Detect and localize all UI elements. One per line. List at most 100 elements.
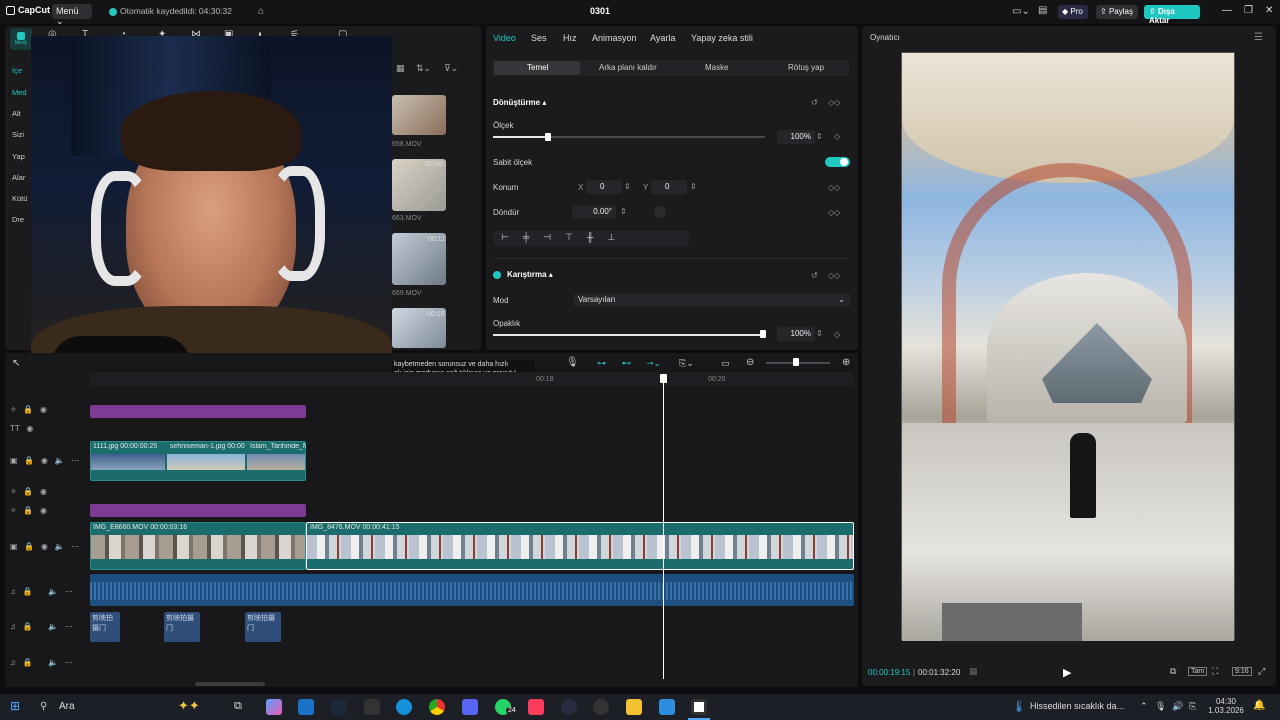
side-item-media[interactable]: Med xyxy=(12,88,32,102)
more-icon[interactable]: ⋯ xyxy=(65,587,73,596)
keyframe-icon[interactable]: ◇◇ xyxy=(828,271,840,280)
playhead-handle[interactable] xyxy=(660,374,667,383)
tab-speed[interactable]: Hız xyxy=(563,33,577,43)
sfx-clip[interactable]: 剪映拍摄门 xyxy=(164,612,200,642)
chrome-icon[interactable] xyxy=(429,699,445,715)
grid-view-icon[interactable]: ▦ xyxy=(396,63,405,74)
eye-icon[interactable]: ◉ xyxy=(26,424,33,433)
eye-icon[interactable]: ◉ xyxy=(41,542,48,551)
subtab-basic[interactable]: Temel xyxy=(527,63,548,72)
close-icon[interactable]: ✕ xyxy=(1265,5,1273,16)
transform-section-title[interactable]: Dönüştürme ▴ xyxy=(493,98,546,107)
select-tool-icon[interactable]: ↖ xyxy=(12,358,20,369)
aspect-button[interactable]: 9:16 xyxy=(1232,667,1252,676)
fullscreen-icon[interactable]: ⛶ xyxy=(1212,666,1218,677)
tab-audio[interactable]: Ses xyxy=(531,33,547,43)
keyframe-icon[interactable]: ◇◇ xyxy=(828,208,840,217)
align-top-icon[interactable]: ⊤ xyxy=(565,232,573,245)
time-ruler[interactable] xyxy=(90,372,853,386)
tab-video[interactable]: Video xyxy=(493,33,516,43)
sfx-clip[interactable]: 剪映拍摄门 xyxy=(245,612,281,642)
outlook-icon[interactable] xyxy=(298,699,314,715)
keyframe-icon[interactable]: ◇ xyxy=(834,330,840,339)
stepper-icon[interactable]: ⇕ xyxy=(816,329,823,338)
effect-clip[interactable] xyxy=(90,405,306,418)
app-icon[interactable] xyxy=(561,699,577,715)
filter-icon[interactable]: ⊽⌄ xyxy=(444,63,458,74)
blend-checkbox[interactable] xyxy=(493,271,501,279)
keyframe-icon[interactable]: ◇ xyxy=(834,132,840,141)
position-y-input[interactable]: 0 xyxy=(651,180,687,194)
zoom-in-icon[interactable]: ⊕ xyxy=(842,357,850,368)
zoom-out-icon[interactable]: ⊖ xyxy=(746,357,754,368)
side-item-library[interactable]: Kütü xyxy=(12,194,32,208)
keyframe-icon[interactable]: ◇◇ xyxy=(828,183,840,192)
reset-icon[interactable]: ↺ xyxy=(811,98,818,107)
viewer-menu-icon[interactable]: ☰ xyxy=(1254,32,1263,43)
reset-icon[interactable]: ↺ xyxy=(811,271,818,280)
more-icon[interactable]: ⋯ xyxy=(65,658,73,667)
share-button[interactable]: ⇪ Paylaş xyxy=(1096,5,1138,19)
eye-icon[interactable]: ◉ xyxy=(40,487,47,496)
network-icon[interactable]: ⎘ xyxy=(1189,701,1196,712)
align-center-v-icon[interactable]: ╫ xyxy=(587,232,593,245)
align-bottom-icon[interactable]: ⊥ xyxy=(607,232,615,245)
notification-icon[interactable]: 🔔 xyxy=(1253,700,1265,711)
lock-icon[interactable]: 🔒 xyxy=(24,456,34,465)
crop-icon[interactable]: ⧉ xyxy=(1170,666,1176,677)
maximize-icon[interactable]: ❐ xyxy=(1244,5,1253,16)
minimize-icon[interactable]: — xyxy=(1222,5,1232,16)
copilot-sparkle-icon[interactable]: ✦✦ xyxy=(178,698,200,714)
lock-icon[interactable]: 🔒 xyxy=(23,405,33,414)
lock-icon[interactable]: 🔒 xyxy=(24,542,34,551)
ratio-button[interactable]: Tam xyxy=(1188,667,1208,676)
sort-icon[interactable]: ⇅⌄ xyxy=(416,63,431,74)
more-icon[interactable]: ⋯ xyxy=(71,542,79,551)
zoom-slider-knob[interactable] xyxy=(793,358,799,366)
music-icon[interactable] xyxy=(528,699,544,715)
rotate-dial-icon[interactable] xyxy=(654,206,666,218)
side-item-spaces[interactable]: Alar xyxy=(12,173,32,187)
magnet-icon[interactable]: ⊶ xyxy=(597,358,606,369)
lock-icon[interactable]: 🔒 xyxy=(23,622,33,631)
subtab-remove-bg[interactable]: Arka planı kaldır xyxy=(599,63,657,72)
menu-button[interactable]: Menü ⌄ xyxy=(52,4,92,26)
split-icon[interactable]: ⎘⌄ xyxy=(679,358,694,369)
side-item-dreamina[interactable]: Dre xyxy=(12,215,32,229)
lock-icon[interactable]: 🔒 xyxy=(23,506,33,515)
side-item-yours[interactable]: Sizi xyxy=(12,130,32,144)
preview-axis-icon[interactable]: ⊸⌄ xyxy=(646,358,661,369)
video-preview[interactable] xyxy=(901,52,1235,641)
photos-icon[interactable] xyxy=(659,699,675,715)
steam-icon[interactable] xyxy=(331,699,347,715)
more-icon[interactable]: ⋯ xyxy=(71,456,79,465)
fixed-scale-toggle[interactable] xyxy=(825,157,850,167)
opacity-slider-knob[interactable] xyxy=(760,330,766,338)
opacity-value[interactable]: 100% xyxy=(777,327,815,341)
scale-value[interactable]: 100% xyxy=(777,130,815,144)
taskbar-search[interactable]: Ara xyxy=(59,701,75,712)
subtab-mask[interactable]: Maske xyxy=(705,63,729,72)
mode-dropdown[interactable]: Varsayılan ⌄ xyxy=(574,293,850,307)
epic-games-icon[interactable] xyxy=(364,699,380,715)
mute-icon[interactable]: 🔈 xyxy=(48,587,58,596)
file-explorer-icon[interactable] xyxy=(626,699,642,715)
task-view-icon[interactable]: ⧉ xyxy=(234,700,242,713)
timeline-scrollbar[interactable] xyxy=(195,682,265,686)
clock[interactable]: 04:30 1.03.2026 xyxy=(1208,697,1244,715)
link-icon[interactable]: ⊷ xyxy=(622,358,631,369)
play-icon[interactable]: ▶ xyxy=(1063,666,1071,679)
eye-icon[interactable]: ◉ xyxy=(40,405,47,414)
stepper-icon[interactable]: ⇕ xyxy=(816,132,823,141)
align-center-h-icon[interactable]: ╪ xyxy=(523,232,529,245)
side-item-sub[interactable]: Alt xyxy=(12,109,32,123)
more-icon[interactable]: ⋯ xyxy=(65,622,73,631)
blend-section-title[interactable]: Karıştırma ▴ xyxy=(507,270,553,279)
media-tab-active[interactable]: Medy xyxy=(10,28,32,50)
effect-clip[interactable] xyxy=(90,504,306,517)
sfx-clip[interactable]: 剪映拍摄门 xyxy=(90,612,120,642)
tab-animation[interactable]: Animasyon xyxy=(592,33,637,43)
playhead[interactable] xyxy=(663,374,664,679)
lock-icon[interactable]: 🔒 xyxy=(23,658,33,667)
speaker-icon[interactable]: 🔊 xyxy=(1172,701,1183,712)
